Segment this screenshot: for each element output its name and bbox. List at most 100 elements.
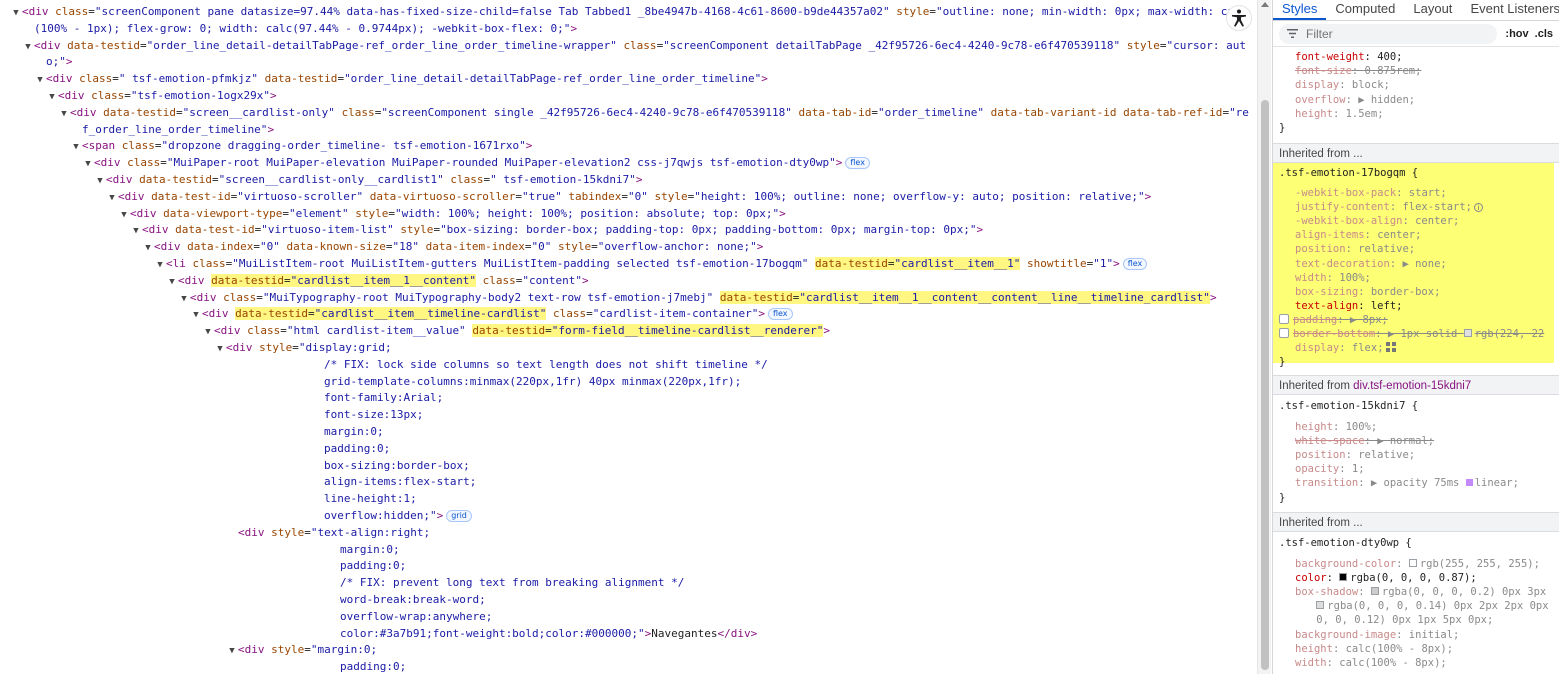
cls-toggle[interactable]: .cls [1535,28,1553,40]
dom-node-line[interactable]: font-size:13px; [0,406,1257,423]
dom-node-line[interactable]: ▼ <div data-test-id="virtuoso-scroller" d… [0,188,1257,205]
dom-node-line[interactable]: ▼ <div class="MuiPaper-root MuiPaper-elev… [0,154,1257,171]
dom-node-line[interactable]: box-sizing:border-box; [0,457,1257,474]
css-declaration[interactable]: color: rgba(0, 0, 0, 0.87); [1273,571,1559,585]
dom-node-line[interactable]: ▼ <div data-testid="cardlist__item__1__co… [0,272,1257,289]
dom-node-line[interactable]: padding:0; [0,440,1257,457]
css-declaration[interactable]: position: relative; [1273,448,1559,462]
dom-node-line[interactable]: overflow:hidden;"> grid [0,507,1257,524]
dom-node-line[interactable]: ▼ <span class="dropzone dragging-order_ti… [0,137,1257,154]
expand-triangle-icon[interactable]: ▼ [226,643,238,658]
css-declaration[interactable]: border-bottom: ▶ 1px solid rgb(224, 22 [1273,327,1559,341]
expand-triangle-icon[interactable]: ▼ [58,106,70,121]
css-declaration[interactable]: height: 1.5em; [1273,107,1559,121]
easing-editor-icon[interactable] [1465,479,1473,487]
expand-triangle-icon[interactable]: ▼ [34,72,46,87]
expand-triangle-icon[interactable]: ▼ [106,190,118,205]
css-declaration[interactable]: } [1273,121,1559,135]
css-declaration[interactable]: font-weight: 400; [1273,50,1559,64]
hov-toggle[interactable]: :hov [1505,28,1528,40]
dom-node-line[interactable]: overflow-wrap:anywhere; [0,608,1257,625]
color-swatch-icon[interactable] [1316,601,1325,610]
grid-badge[interactable]: grid [446,510,472,522]
expand-triangle-icon[interactable]: ▼ [202,324,214,339]
dom-node-line[interactable]: ▼ <div data-viewport-type="element" style… [0,205,1257,222]
expand-triangle-icon[interactable]: ▼ [82,156,94,171]
dom-node-line[interactable]: f_order_line_order_timeline"> [0,121,1257,138]
flex-badge[interactable]: flex [1122,258,1148,270]
css-declaration[interactable]: transition: ▶ opacity 75ms linear; [1273,476,1559,490]
expand-triangle-icon[interactable]: ▼ [190,307,202,322]
filter-input[interactable] [1304,25,1454,42]
css-declaration[interactable]: background-color: rgb(255, 255, 255); [1273,557,1559,571]
css-declaration[interactable]: -webkit-box-pack: start; [1273,186,1559,200]
expand-triangle-icon[interactable]: ▼ [130,223,142,238]
css-declaration[interactable]: display: flex; [1273,341,1559,355]
flex-badge[interactable]: flex [767,308,793,321]
css-declaration[interactable]: } [1273,355,1559,369]
css-declaration[interactable]: align-items: center; [1273,228,1559,242]
css-declaration[interactable]: padding: ▶ 8px; [1273,313,1559,327]
css-declaration[interactable]: width: calc(100% - 8px); [1273,656,1559,670]
dom-node-line[interactable]: margin:0; [0,541,1257,558]
tab-event-listeners[interactable]: Event Listeners [1461,0,1559,20]
elements-panel[interactable]: ▼ <div class="screenComponent pane datasi… [0,0,1257,674]
dom-node-line[interactable]: grid-template-columns:minmax(220px,1fr) … [0,373,1257,390]
dom-node-line[interactable]: /* FIX: prevent long text from breaking … [0,574,1257,591]
dom-node-line[interactable]: /* FIX: lock side columns so text length… [0,356,1257,373]
scroll-up-arrow-icon[interactable] [1261,2,1269,7]
css-declaration[interactable]: overflow: ▶ hidden; [1273,93,1559,107]
expand-triangle-icon[interactable]: ▼ [70,139,82,154]
expand-triangle-icon[interactable]: ▼ [178,291,190,306]
dom-node-line[interactable]: ▼ <div data-testid="screen__cardlist-only… [0,171,1257,188]
expand-triangle-icon[interactable]: ▼ [118,207,130,222]
dom-node-line[interactable]: ▼ <div class="tsf-emotion-1ogx29x"> [0,87,1257,104]
flexbox-editor-icon[interactable] [1385,342,1396,353]
elements-scrollbar[interactable] [1257,0,1271,674]
tab-layout[interactable]: Layout [1404,0,1461,20]
dom-node-line[interactable]: <div style="text-align:right; [0,524,1257,541]
dom-node-line[interactable]: line-height:1; [0,490,1257,507]
css-declaration[interactable]: height: calc(100% - 8px); [1273,642,1559,656]
info-icon[interactable]: i [1474,203,1484,213]
css-declaration[interactable]: background-image: initial; [1273,628,1559,642]
css-declaration[interactable]: display: block; [1273,78,1559,92]
dom-node-line[interactable]: align-items:flex-start; [0,473,1257,490]
css-selector[interactable]: .tsf-emotion-15kdni7 { [1273,399,1559,413]
color-swatch-icon[interactable] [1408,559,1417,567]
dom-node-line[interactable]: font-family:Arial; [0,389,1257,406]
css-declaration[interactable]: -webkit-box-align: center; [1273,214,1559,228]
css-declaration[interactable]: box-shadow: rgba(0, 0, 0, 0.2) 0px 3px [1273,585,1559,599]
dom-node-line[interactable]: ▼ <div data-index="0" data-known-size="18… [0,238,1257,255]
css-declaration[interactable]: position: relative; [1273,242,1559,256]
declaration-checkbox[interactable] [1279,328,1289,338]
flex-badge[interactable]: flex [845,157,870,170]
css-declaration[interactable]: } [1273,491,1559,505]
dom-node-line[interactable]: (100% - 1px); flex-grow: 0; width: calc(… [0,20,1257,37]
dom-node-line[interactable]: ▼ <div data-testid="order_line_detail-det… [0,37,1257,54]
dom-node-line[interactable]: ▼ <div data-testid="screen__cardlist-only… [0,104,1257,121]
expand-triangle-icon[interactable]: ▼ [10,5,22,20]
dom-node-line[interactable]: ▼ <div class="screenComponent pane datasi… [0,3,1257,20]
dom-node-line[interactable]: o;"> [0,53,1257,70]
dom-node-line[interactable]: ▼ <div class="MuiTypography-root MuiTypog… [0,289,1257,306]
css-declaration[interactable]: rgba(0, 0, 0, 0.14) 0px 2px 2px 0px [1273,599,1559,613]
scrollbar-thumb[interactable] [1261,100,1269,670]
dom-node-line[interactable]: padding:0; [0,557,1257,574]
dom-node-line[interactable]: ▼ <div style="margin:0; [0,641,1257,658]
dom-node-line[interactable]: ▼ <div class=" tsf-emotion-pfmkjz" data-t… [0,70,1257,87]
expand-triangle-icon[interactable]: ▼ [94,173,106,188]
expand-triangle-icon[interactable]: ▼ [142,240,154,255]
css-selector[interactable]: .tsf-emotion-dty0wp { [1273,536,1559,550]
dom-node-line[interactable]: word-break:break-word; [0,591,1257,608]
dom-node-line[interactable]: ▼ <li class = "MuiListItem-root MuiListItem… [0,255,1257,272]
color-swatch-icon[interactable] [1463,329,1472,337]
expand-triangle-icon[interactable]: ▼ [46,89,58,104]
expand-triangle-icon[interactable]: ▼ [154,257,166,272]
expand-triangle-icon[interactable]: ▼ [166,274,178,289]
tab-computed[interactable]: Computed [1326,0,1404,20]
css-selector[interactable]: .tsf-emotion-17bogqm { [1273,166,1559,180]
declaration-checkbox[interactable] [1279,313,1289,324]
dom-node-line[interactable]: padding:0; [0,658,1257,674]
css-declaration[interactable]: text-align: left; [1273,299,1559,313]
